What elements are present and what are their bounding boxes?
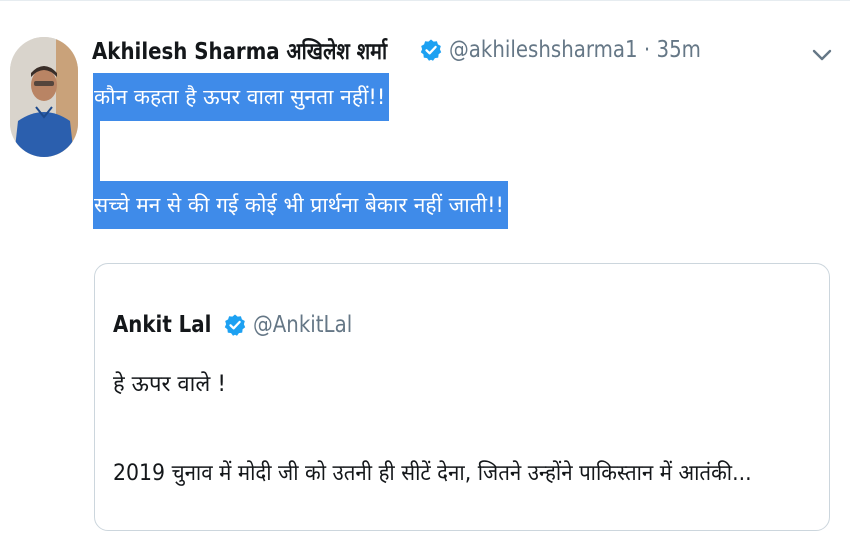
quoted-tweet[interactable]: Ankit Lal @AnkitLal हे ऊपर वाले ! 2019 च… [94, 263, 830, 531]
quoted-author-name: Ankit Lal [113, 312, 212, 338]
selection-highlight [93, 121, 100, 187]
quoted-author-handle: @AnkitLal [253, 312, 353, 338]
quoted-tweet-text-line-2: 2019 चुनाव में मोदी जी को उतनी ही सीटें … [113, 461, 752, 486]
separator-dot: · [644, 37, 651, 63]
author-handle[interactable]: @akhileshsharma1 · 35m [449, 37, 701, 63]
avatar-photo [10, 37, 78, 157]
verified-badge-icon [225, 314, 246, 336]
tweet-timestamp[interactable]: 35m [657, 37, 701, 63]
chevron-down-icon[interactable] [808, 41, 836, 69]
handle-text: @akhileshsharma1 [449, 37, 638, 63]
quoted-tweet-header: Ankit Lal @AnkitLal [113, 308, 369, 342]
tweet-text-line-1: कौन कहता है ऊपर वाला सुनता नहीं!! [93, 73, 390, 121]
tweet-card: Akhilesh Sharma अखिलेश शर्मा @akhileshsh… [0, 0, 850, 550]
avatar[interactable] [10, 37, 78, 157]
quoted-tweet-text-line-1: हे ऊपर वाले ! [113, 372, 227, 397]
tweet-text-line-2: सच्चे मन से की गई कोई भी प्रार्थना बेकार… [93, 181, 508, 229]
author-name[interactable]: Akhilesh Sharma अखिलेश शर्मा [92, 34, 387, 66]
verified-badge-icon [420, 39, 442, 61]
tweet-header: Akhilesh Sharma अखिलेश शर्मा @akhileshsh… [92, 33, 742, 67]
